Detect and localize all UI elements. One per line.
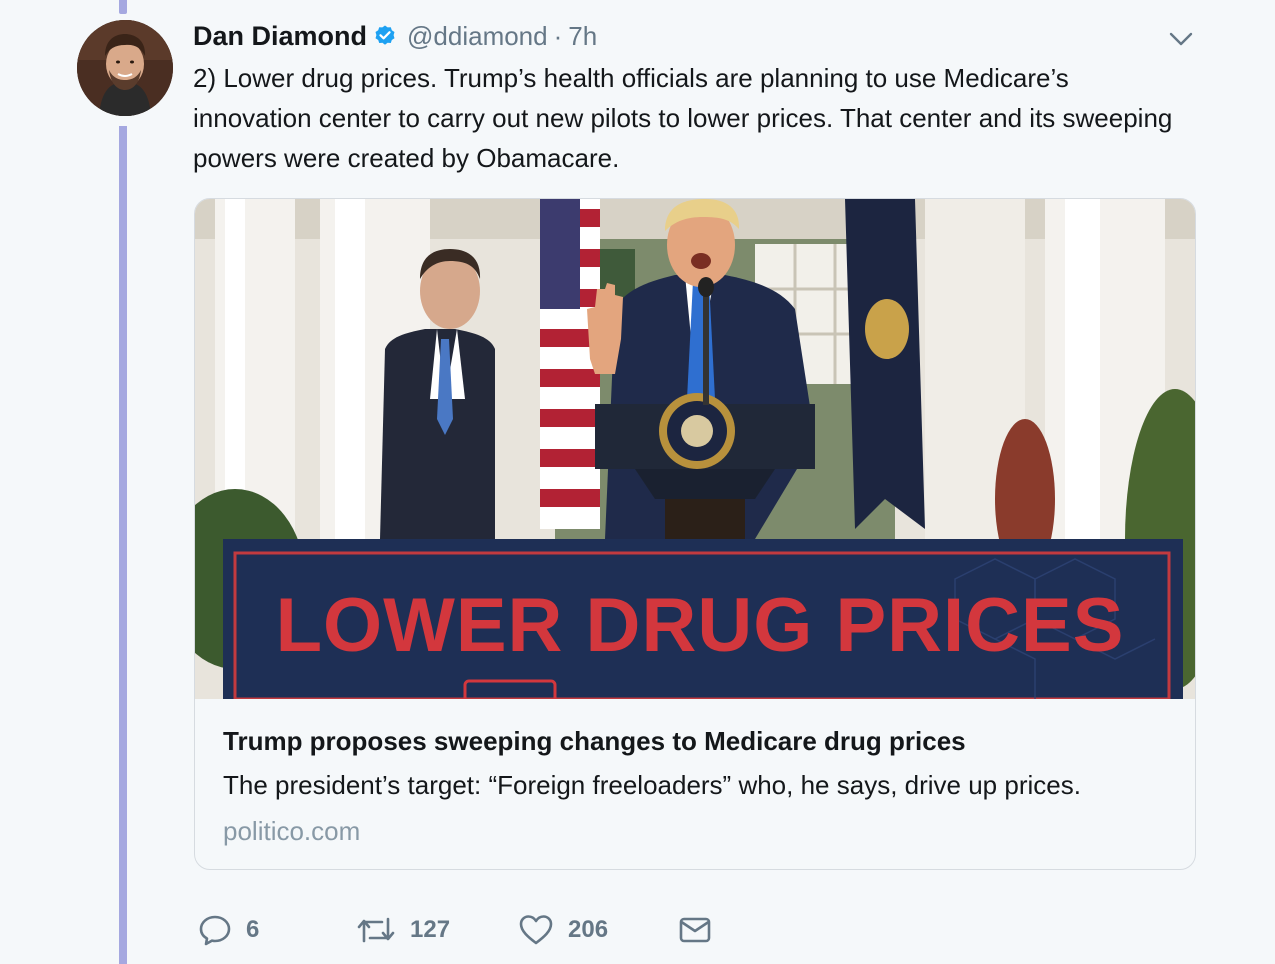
- card-title[interactable]: Trump proposes sweeping changes to Medic…: [223, 725, 1167, 757]
- retweet-button[interactable]: 127: [356, 913, 518, 947]
- avatar[interactable]: [77, 20, 173, 116]
- reply-icon: [198, 913, 232, 947]
- thread-line-top: [119, 0, 127, 14]
- reply-button[interactable]: 6: [198, 913, 356, 947]
- thread-line: [119, 126, 127, 964]
- banner-text: LOWER DRUG PRICES: [276, 583, 1125, 668]
- tweet-header: Dan Diamond @ddiamond · 7h: [193, 18, 597, 54]
- heart-icon: [518, 913, 554, 947]
- reply-count: 6: [246, 916, 260, 943]
- direct-message-button[interactable]: [678, 913, 712, 947]
- tweet-timestamp[interactable]: 7h: [568, 21, 597, 52]
- author-handle[interactable]: @ddiamond: [407, 21, 548, 52]
- tweet-actions: 6 127 206: [198, 908, 712, 952]
- envelope-icon: [678, 913, 712, 947]
- tweet-text: 2) Lower drug prices. Trump’s health off…: [193, 63, 1173, 173]
- card-image: LOWER DRUG PRICES: [195, 199, 1195, 699]
- like-count: 206: [568, 916, 609, 943]
- verified-badge-icon: [373, 24, 397, 48]
- like-button[interactable]: 206: [518, 913, 678, 947]
- avatar-photo: [77, 20, 173, 116]
- link-card[interactable]: LOWER DRUG PRICES Trump proposes sweepin…: [194, 198, 1196, 870]
- card-description: The president’s target: “Foreign freeloa…: [223, 770, 1081, 800]
- retweet-count: 127: [410, 916, 451, 943]
- separator-dot: ·: [553, 20, 563, 51]
- author-name[interactable]: Dan Diamond: [193, 21, 367, 52]
- chevron-down-icon[interactable]: [1166, 24, 1196, 54]
- card-body: Trump proposes sweeping changes to Medic…: [195, 699, 1195, 847]
- retweet-icon: [356, 913, 396, 947]
- card-domain: politico.com: [223, 816, 361, 846]
